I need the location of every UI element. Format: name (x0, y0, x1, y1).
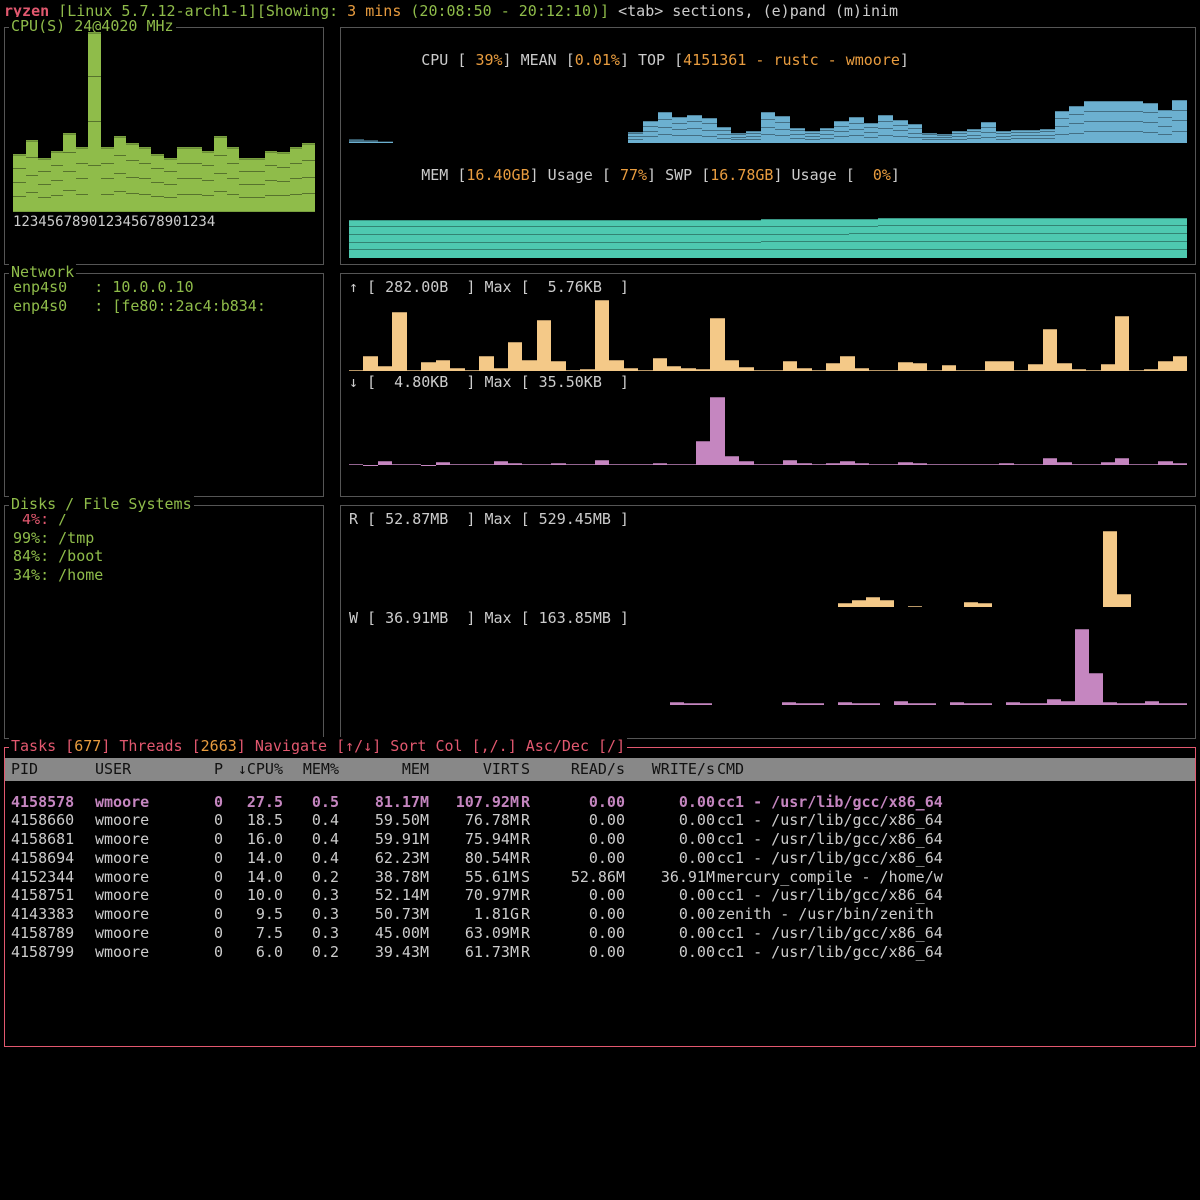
network-panel-title: Network (9, 263, 76, 282)
task-row[interactable]: 4158578wmoore027.50.581.17M107.92MR0.000… (11, 793, 1189, 812)
tasks-header-row[interactable]: PIDUSERP↓CPU%MEM%MEMVIRTSREAD/sWRITE/sCM… (5, 758, 1195, 781)
disk-read-chart (349, 531, 1187, 607)
col-user[interactable]: USER (95, 760, 193, 779)
task-row[interactable]: 4158660wmoore018.50.459.50M76.78MR0.000.… (11, 811, 1189, 830)
task-row[interactable]: 4152344wmoore014.00.238.78M55.61MS52.86M… (11, 868, 1189, 887)
cpu-per-core-chart (13, 32, 315, 212)
cpu-history-chart (349, 92, 1187, 143)
col-writes[interactable]: WRITE/s (627, 760, 715, 779)
disks-panel[interactable]: Disks / File Systems 4%: /99%: /tmp84%: … (4, 505, 324, 739)
task-row[interactable]: 4158751wmoore010.00.352.14M70.97MR0.000.… (11, 886, 1189, 905)
col-cmd[interactable]: CMD (717, 760, 1189, 779)
col-cpu[interactable]: ↓CPU% (225, 760, 283, 779)
cpu-cores-panel[interactable]: CPU(S) 24@4020 MHz 123456789012345678901… (4, 27, 324, 265)
disks-panel-title: Disks / File Systems (9, 495, 194, 514)
disk-write-chart (349, 629, 1187, 705)
time-range: (20:08:50 - 20:12:10)] (401, 2, 609, 20)
net-down-chart (349, 393, 1187, 465)
col-mem[interactable]: MEM (341, 760, 429, 779)
tasks-title: Tasks [677] Threads [2663] Navigate [↑/↓… (9, 737, 627, 756)
tasks-panel[interactable]: Tasks [677] Threads [2663] Navigate [↑/↓… (4, 747, 1196, 1047)
net-up-chart (349, 299, 1187, 371)
disk-io-panel[interactable]: R [ 52.87MB ] Max [ 529.45MB ] W [ 36.91… (340, 505, 1196, 739)
net-down-line: ↓ [ 4.80KB ] Max [ 35.50KB ] (349, 373, 1187, 392)
tasks-body[interactable]: 4158578wmoore027.50.581.17M107.92MR0.000… (5, 781, 1195, 966)
task-row[interactable]: 4158681wmoore016.00.459.91M75.94MR0.000.… (11, 830, 1189, 849)
filesystem-list: 4%: /99%: /tmp84%: /boot34%: /home (5, 506, 323, 738)
cpu-summary-line: CPU [ 39%] MEAN [0.01%] TOP [4151361 - r… (349, 32, 1187, 88)
mem-summary-line: MEM [16.40GB] Usage [ 77%] SWP [16.78GB]… (349, 147, 1187, 203)
col-virt[interactable]: VIRT (431, 760, 519, 779)
time-window: 3 mins (338, 2, 401, 20)
mem-history-chart (349, 207, 1187, 258)
disk-write-line: W [ 36.91MB ] Max [ 163.85MB ] (349, 609, 1187, 628)
col-reads[interactable]: READ/s (545, 760, 625, 779)
top-process: 4151361 - rustc - wmoore (683, 51, 900, 69)
task-row[interactable]: 4158789wmoore07.50.345.00M63.09MR0.000.0… (11, 924, 1189, 943)
col-pid[interactable]: PID (11, 760, 93, 779)
iface-ipv6: enp4s0 : [fe80::2ac4:b834: (13, 297, 315, 316)
net-up-line: ↑ [ 282.00B ] Max [ 5.76KB ] (349, 278, 1187, 297)
filesystem-row: 99%: /tmp (13, 529, 315, 548)
status-bar: ryzen [Linux 5.7.12-arch1-1][Showing: 3 … (0, 0, 1200, 23)
network-history-panel[interactable]: ↑ [ 282.00B ] Max [ 5.76KB ] ↓ [ 4.80KB … (340, 273, 1196, 497)
col-mem[interactable]: MEM% (285, 760, 339, 779)
disk-read-line: R [ 52.87MB ] Max [ 529.45MB ] (349, 510, 1187, 529)
task-row[interactable]: 4158799wmoore06.00.239.43M61.73MR0.000.0… (11, 943, 1189, 962)
task-row[interactable]: 4143383wmoore09.50.350.73M1.81GR0.000.00… (11, 905, 1189, 924)
cpu-core-axis: 123456789012345678901234 (13, 214, 315, 232)
cpu-mem-history-panel[interactable]: CPU [ 39%] MEAN [0.01%] TOP [4151361 - r… (340, 27, 1196, 265)
col-s[interactable]: S (521, 760, 543, 779)
network-panel[interactable]: Network enp4s0 : 10.0.0.10 enp4s0 : [fe8… (4, 273, 324, 497)
key-hints: <tab> sections, (e)pand (m)inim (609, 2, 898, 20)
filesystem-row: 34%: /home (13, 566, 315, 585)
task-row[interactable]: 4158694wmoore014.00.462.23M80.54MR0.000.… (11, 849, 1189, 868)
filesystem-row: 84%: /boot (13, 547, 315, 566)
col-p[interactable]: P (195, 760, 223, 779)
